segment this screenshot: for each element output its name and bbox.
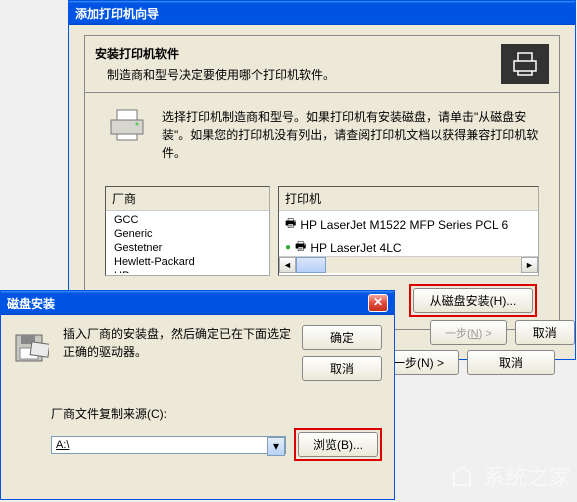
cancel-button[interactable]: 取消 xyxy=(302,356,382,381)
source-label: 厂商文件复制来源(C): xyxy=(51,405,382,422)
instruction-row: 选择打印机制造商和型号。如果打印机有安装磁盘，请单击"从磁盘安装"。如果您的打印… xyxy=(105,108,539,162)
diskdlg-instruction: 插入厂商的安装盘，然后确定已在下面选定正确的驱动器。 xyxy=(63,325,292,395)
disk-install-button[interactable]: 从磁盘安装(H)... xyxy=(413,288,533,313)
printer-header: 打印机 xyxy=(279,187,538,211)
wizard-header-panel: 安装打印机软件 制造商和型号决定要使用哪个打印机软件。 xyxy=(84,35,560,93)
scroll-thumb[interactable] xyxy=(296,257,326,273)
printer-icon xyxy=(501,44,549,84)
list-item[interactable]: GCC xyxy=(106,213,269,227)
next-button-peek[interactable]: 一步(N) > xyxy=(430,320,507,345)
watermark-text: 系统之家 xyxy=(483,460,571,492)
printer-list[interactable]: 打印机 🖶HP LaserJet M1522 MFP Series PCL 6 … xyxy=(278,186,539,276)
ok-button[interactable]: 确定 xyxy=(302,325,382,350)
peeked-buttons: 一步(N) > 取消 xyxy=(430,320,575,345)
wizard-header-text: 安装打印机软件 制造商和型号决定要使用哪个打印机软件。 xyxy=(95,45,335,83)
horizontal-scrollbar[interactable]: ◄ ► xyxy=(279,256,538,273)
diskdlg-title: 磁盘安装 xyxy=(7,295,55,312)
printer-list-body[interactable]: 🖶HP LaserJet M1522 MFP Series PCL 6 ●🖶HP… xyxy=(279,211,538,256)
browse-button[interactable]: 浏览(B)... xyxy=(298,432,378,457)
wizard-titlebar[interactable]: 添加打印机向导 xyxy=(69,1,575,25)
close-icon[interactable]: ✕ xyxy=(368,294,388,312)
floppy-icon xyxy=(13,325,53,395)
wizard-header-sub: 制造商和型号决定要使用哪个打印机软件。 xyxy=(107,66,335,83)
printer-row-icon: 🖶 xyxy=(295,237,306,256)
signed-driver-icon: ● xyxy=(285,242,291,253)
diskdlg-lower: 厂商文件复制来源(C): A:\ ▾ 浏览(B)... xyxy=(1,405,394,473)
diskdlg-main: 插入厂商的安装盘，然后确定已在下面选定正确的驱动器。 xyxy=(63,325,292,395)
list-item[interactable]: HP xyxy=(106,269,269,273)
diskdlg-side-buttons: 确定 取消 xyxy=(302,325,382,395)
printer-row-icon: 🖶 xyxy=(285,214,296,235)
instruction-text: 选择打印机制造商和型号。如果打印机有安装磁盘，请单击"从磁盘安装"。如果您的打印… xyxy=(162,108,539,162)
list-item[interactable]: 🖶HP LaserJet M1522 MFP Series PCL 6 xyxy=(279,213,538,236)
highlight-disk-install: 从磁盘安装(H)... xyxy=(409,284,537,317)
source-combobox[interactable]: A:\ xyxy=(51,436,286,454)
list-item[interactable]: Hewlett-Packard xyxy=(106,255,269,269)
watermark: 系统之家 xyxy=(447,460,571,492)
highlight-browse: 浏览(B)... xyxy=(294,428,382,461)
cancel-button[interactable]: 取消 xyxy=(467,350,555,375)
manufacturer-header: 厂商 xyxy=(106,187,269,211)
wizard-header-heading: 安装打印机软件 xyxy=(95,45,335,62)
source-row: A:\ ▾ 浏览(B)... xyxy=(51,428,382,461)
disk-install-dialog: 磁盘安装 ✕ 插入厂商的安装盘，然后确定已在下面选定正确的驱动器。 确定 取消 … xyxy=(0,290,395,500)
printer-small-icon xyxy=(105,108,150,162)
manufacturer-list[interactable]: 厂商 GCC Generic Gestetner Hewlett-Packard… xyxy=(105,186,270,276)
list-item[interactable]: Gestetner xyxy=(106,241,269,255)
diskdlg-titlebar[interactable]: 磁盘安装 ✕ xyxy=(1,291,394,315)
list-item[interactable]: ●🖶HP LaserJet 4LC xyxy=(279,236,538,256)
cancel-button-peek[interactable]: 取消 xyxy=(515,320,575,345)
list-panels: 厂商 GCC Generic Gestetner Hewlett-Packard… xyxy=(105,186,539,276)
diskdlg-body: 插入厂商的安装盘，然后确定已在下面选定正确的驱动器。 确定 取消 xyxy=(1,315,394,405)
manufacturer-list-body[interactable]: GCC Generic Gestetner Hewlett-Packard HP xyxy=(106,211,269,273)
scroll-track[interactable] xyxy=(326,257,521,273)
wizard-title: 添加打印机向导 xyxy=(75,5,159,22)
list-item[interactable]: Generic xyxy=(106,227,269,241)
scroll-right-button[interactable]: ► xyxy=(521,257,538,273)
scroll-left-button[interactable]: ◄ xyxy=(279,257,296,273)
chevron-down-icon[interactable]: ▾ xyxy=(267,437,285,456)
